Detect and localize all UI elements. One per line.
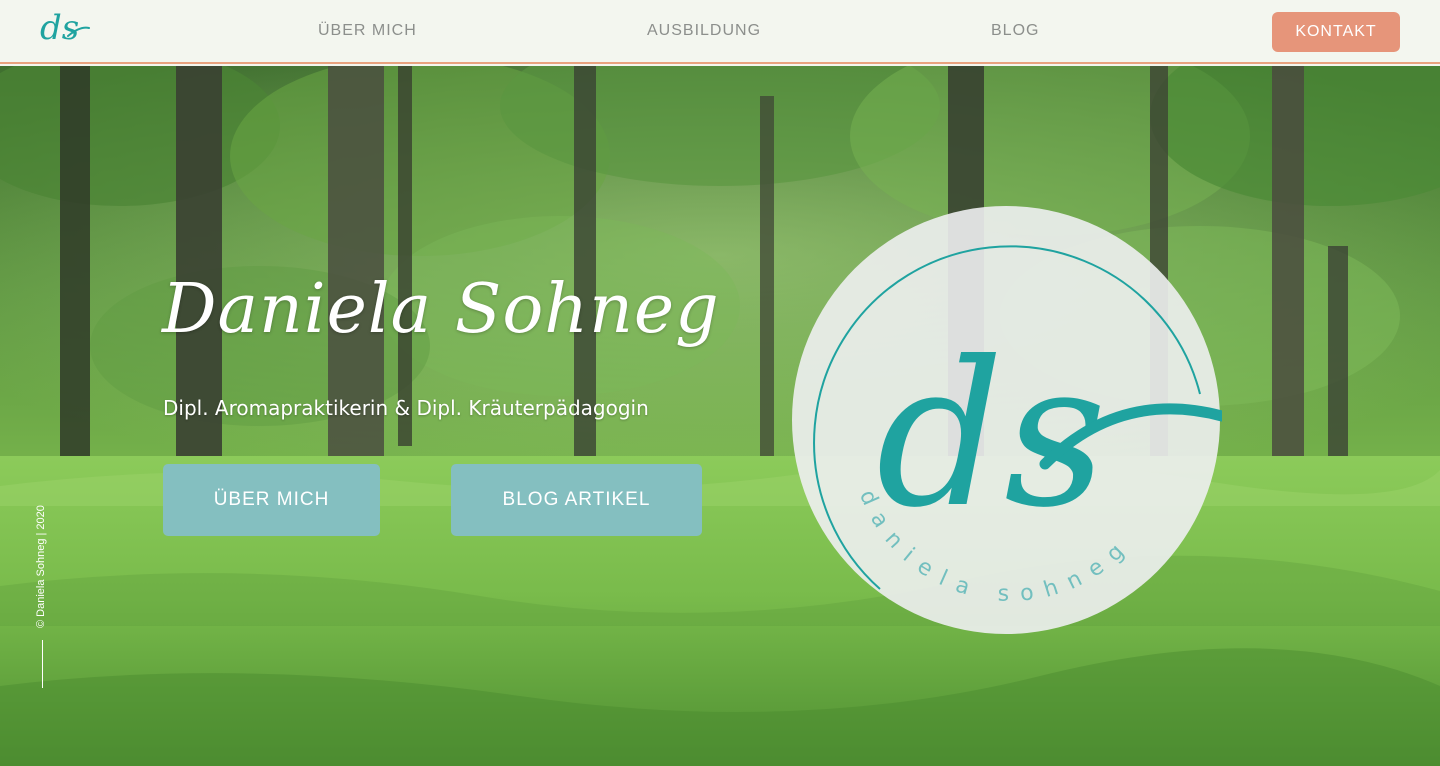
hero-title: Daniela Sohneg — [162, 270, 720, 349]
page: ds ÜBER MICH AUSBILDUNG BLOG KONTAKT Dan… — [0, 0, 1440, 766]
ds-logo-badge: ds daniela sohneg — [792, 206, 1222, 634]
ueber-mich-button[interactable]: ÜBER MICH — [163, 464, 380, 536]
copyright-divider — [42, 640, 43, 688]
logo-icon[interactable]: ds — [38, 8, 90, 50]
hero-subtitle: Dipl. Aromapraktikerin & Dipl. Kräuterpä… — [163, 396, 649, 420]
svg-text:ds: ds — [40, 8, 79, 48]
nav-ueber-mich[interactable]: ÜBER MICH — [318, 22, 417, 40]
copyright-text: © Daniela Sohneg | 2020 — [35, 505, 47, 628]
site-header: ds ÜBER MICH AUSBILDUNG BLOG KONTAKT — [0, 0, 1440, 64]
hero-section: Daniela Sohneg Dipl. Aromapraktikerin & … — [0, 66, 1440, 766]
kontakt-button[interactable]: KONTAKT — [1272, 12, 1400, 52]
nav-ausbildung[interactable]: AUSBILDUNG — [647, 22, 761, 40]
nav-blog[interactable]: BLOG — [991, 22, 1039, 40]
blog-artikel-button[interactable]: BLOG ARTIKEL — [451, 464, 702, 536]
